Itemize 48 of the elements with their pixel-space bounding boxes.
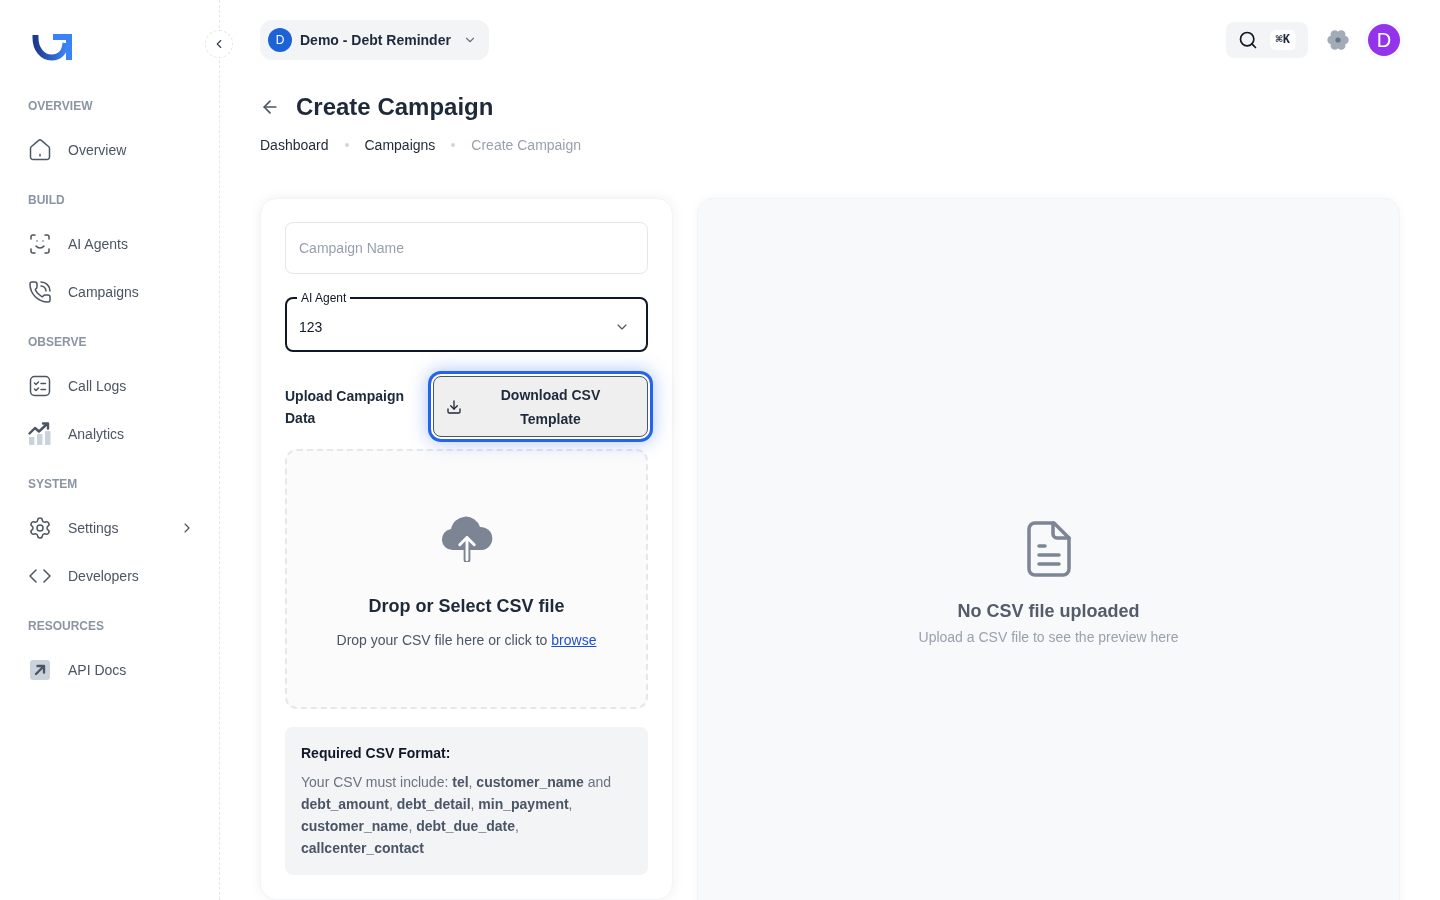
user-avatar[interactable]: D (1368, 24, 1400, 56)
settings-icon (28, 516, 52, 540)
workspace-name: Demo - Debt Reminder (300, 31, 451, 50)
format-title: Required CSV Format: (301, 744, 452, 763)
download-icon (446, 398, 462, 415)
shortcut-key: ⌘K (1269, 30, 1296, 50)
external-link-icon (30, 660, 50, 680)
face-scan-icon (28, 232, 52, 256)
sidebar-item[interactable]: AI Agents (0, 220, 219, 268)
section-heading: BUILD (27, 192, 66, 208)
settings-icon[interactable] (1326, 28, 1350, 52)
page-title: Create Campaign (296, 92, 494, 122)
home-icon (28, 138, 52, 162)
upload-label: Upload Campaign Data (285, 386, 405, 428)
campaign-name-input[interactable]: Campaign Name (285, 222, 648, 274)
current-page-label: Create Campaign (471, 136, 582, 155)
format-description: Your CSV must include: tel, customer_name and debt_amount, debt_detail, min_payment, customer_name, debt_due_date, callcenter_contact (301, 773, 612, 858)
dropzone-hint: Drop your CSV file here or click to browse (336, 631, 597, 650)
preview-subtitle: Upload a CSV file to see the preview here (918, 628, 1179, 647)
section-heading: OBSERVE (27, 334, 88, 350)
sidebar-item[interactable]: Call Logs (0, 362, 219, 410)
sidebar-item[interactable]: Overview (0, 126, 219, 174)
field-label: AI Agent (300, 292, 348, 304)
document-icon (1026, 521, 1071, 577)
search-button[interactable]: ⌘K (1225, 22, 1308, 58)
app-logo (32, 34, 72, 62)
sidebar-item[interactable]: Settings (0, 504, 219, 552)
dropzone-title: Drop or Select CSV file (368, 595, 565, 618)
workspace-avatar: D (268, 28, 292, 52)
file-dropzone[interactable]: Drop or Select CSV file Drop your CSV file here or click to browse (285, 449, 648, 709)
workspace-selector[interactable]: D Demo - Debt Reminder (260, 20, 489, 60)
breadcrumb-link[interactable]: Campaigns (364, 135, 436, 155)
bar-chart-icon (28, 422, 52, 446)
preview-title: No CSV file uploaded (957, 600, 1140, 623)
agent-select[interactable]: AI Agent 123 (285, 292, 648, 352)
section-heading: RESOURCES (27, 618, 105, 634)
checklist-icon (28, 374, 52, 398)
breadcrumb-link[interactable]: Dashboard (260, 135, 329, 155)
browse-link[interactable]: browse (551, 632, 597, 648)
sidebar-item[interactable]: Analytics (0, 410, 219, 458)
phone-call-icon (28, 280, 52, 304)
sidebar-item[interactable]: Campaigns (0, 268, 219, 316)
cloud-upload-icon (439, 515, 494, 562)
section-heading: OVERVIEW (27, 98, 94, 114)
search-icon (1237, 30, 1258, 50)
sidebar-item[interactable]: API Docs (0, 646, 219, 694)
sidebar-item[interactable]: Developers (0, 552, 219, 600)
section-heading: SYSTEM (27, 476, 79, 492)
